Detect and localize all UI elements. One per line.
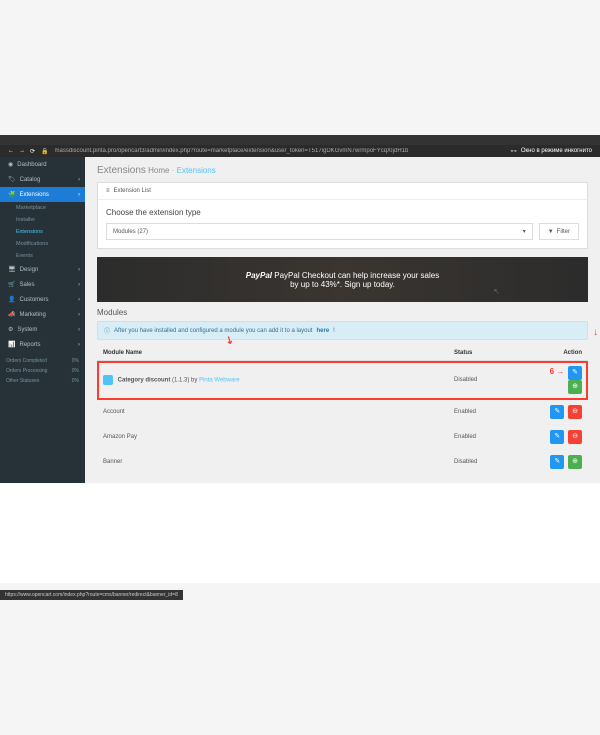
install-button[interactable]: ⊕ [568, 380, 582, 394]
sidebar-item-dashboard[interactable]: ◉Dashboard [0, 157, 85, 172]
page-title: Extensions [97, 165, 146, 176]
status-cell: Disabled [448, 450, 528, 475]
panel-header: ≡ Extension List [98, 183, 587, 200]
table-row: Account Enabled ✎ ⊖ [97, 400, 588, 425]
incognito-icon: 👓 [510, 148, 517, 155]
module-name-cell: Amazon Pay [97, 425, 448, 450]
chevron-right-icon: › [78, 342, 80, 348]
status-cell: Enabled [448, 400, 528, 425]
annotation-arrow-2: ↓ [593, 327, 598, 338]
main-content: Extensions Home · Extensions ≡ Extension… [85, 157, 600, 483]
chevron-right-icon: › [78, 177, 80, 183]
extension-type-select[interactable]: Modules (27) ▾ [106, 223, 533, 240]
tag-icon: 🏷 [8, 176, 16, 183]
dashboard-icon: ◉ [8, 161, 13, 168]
filter-icon: ▼ [548, 229, 554, 235]
sidebar-item-system[interactable]: ⚙System› [0, 322, 85, 337]
tv-icon: 🖥 [8, 266, 16, 273]
share-icon: 📣 [8, 311, 15, 318]
paypal-banner[interactable]: PayPal PayPal Checkout can help increase… [97, 257, 588, 302]
url-text[interactable]: massdiscount.pinta.pro/opencart3/admin/i… [55, 148, 505, 154]
action-cell: 6 → ✎ ⊕ [528, 361, 588, 400]
status-cell: Enabled [448, 425, 528, 450]
puzzle-icon: 🧩 [8, 191, 15, 198]
chevron-right-icon: › [78, 192, 80, 198]
action-cell: ✎ ⊕ [528, 450, 588, 475]
user-icon: 👤 [8, 296, 15, 303]
action-cell: ✎ ⊖ [528, 425, 588, 450]
info-icon: ⓘ [104, 326, 110, 335]
paypal-logo: PayPal [246, 271, 272, 280]
sidebar-stats: Orders Completed0% Orders Processing0% O… [0, 352, 85, 390]
info-alert: ⓘ After you have installed and configure… [97, 321, 588, 340]
sidebar-sub-marketplace[interactable]: Marketplace [0, 202, 85, 214]
sidebar: ◉Dashboard 🏷Catalog› 🧩Extensions› Market… [0, 157, 85, 483]
chart-icon: 📊 [8, 341, 15, 348]
action-cell: ✎ ⊖ [528, 400, 588, 425]
module-name-cell: Category discount (1.1.3) by Pinta Webwa… [97, 361, 448, 400]
sidebar-sub-modifications[interactable]: Modifications [0, 238, 85, 250]
cart-icon: 🛒 [8, 281, 15, 288]
chevron-right-icon: › [78, 282, 80, 288]
breadcrumb: Extensions Home · Extensions [97, 165, 588, 176]
sidebar-item-design[interactable]: 🖥Design› [0, 262, 85, 277]
gear-icon: ⚙ [8, 326, 13, 333]
col-module-name[interactable]: Module Name [97, 346, 448, 361]
col-status: Status [448, 346, 528, 361]
modules-table: Module Name Status Action Category disco… [97, 346, 588, 475]
cursor-icon: ↖ [493, 287, 500, 296]
list-icon: ≡ [106, 188, 110, 194]
annotation-arrow-3: 6 → [550, 367, 565, 376]
sidebar-item-customers[interactable]: 👤Customers› [0, 292, 85, 307]
url-bar: ← → ⟳ 🔒 massdiscount.pinta.pro/opencart3… [0, 145, 600, 157]
reload-icon[interactable]: ⟳ [30, 148, 35, 155]
sidebar-sub-events[interactable]: Events [0, 250, 85, 262]
chevron-right-icon: › [78, 312, 80, 318]
modules-heading: Modules [97, 308, 588, 317]
incognito-indicator: 👓 Окно в режиме инкогнито [510, 148, 592, 155]
chevron-down-icon: ▾ [523, 228, 526, 235]
table-row: Category discount (1.1.3) by Pinta Webwa… [97, 361, 588, 400]
filter-button[interactable]: ▼ Filter [539, 223, 579, 240]
status-cell: Disabled [448, 361, 528, 400]
lock-icon: 🔒 [41, 148, 48, 155]
sidebar-item-reports[interactable]: 📊Reports› [0, 337, 85, 352]
module-icon [103, 375, 113, 385]
extension-list-panel: ≡ Extension List Choose the extension ty… [97, 182, 588, 249]
install-button[interactable]: ⊕ [568, 455, 582, 469]
author-link[interactable]: Pinta Webware [199, 378, 240, 384]
breadcrumb-home[interactable]: Home [148, 166, 169, 175]
col-action: Action [528, 346, 588, 361]
sidebar-sub-installer[interactable]: Installer [0, 214, 85, 226]
uninstall-button[interactable]: ⊖ [568, 405, 582, 419]
sidebar-item-catalog[interactable]: 🏷Catalog› [0, 172, 85, 187]
chevron-right-icon: › [78, 297, 80, 303]
edit-button[interactable]: ✎ [550, 430, 564, 444]
sidebar-item-sales[interactable]: 🛒Sales› [0, 277, 85, 292]
table-row: Amazon Pay Enabled ✎ ⊖ [97, 425, 588, 450]
here-link[interactable]: here [316, 328, 329, 334]
edit-button[interactable]: ✎ [568, 366, 582, 380]
breadcrumb-current[interactable]: Extensions [177, 166, 216, 175]
module-name-cell: Account [97, 400, 448, 425]
uninstall-button[interactable]: ⊖ [568, 430, 582, 444]
sidebar-item-extensions[interactable]: 🧩Extensions› [0, 187, 85, 202]
edit-button[interactable]: ✎ [550, 455, 564, 469]
browser-status-bar: https://www.opencart.com/index.php?route… [0, 590, 183, 600]
module-name-cell: Banner [97, 450, 448, 475]
chevron-right-icon: › [78, 267, 80, 273]
sidebar-item-marketing[interactable]: 📣Marketing› [0, 307, 85, 322]
forward-icon[interactable]: → [19, 148, 25, 155]
browser-tab-bar [0, 135, 600, 145]
choose-type-label: Choose the extension type [106, 208, 579, 217]
chevron-right-icon: › [78, 327, 80, 333]
table-row: Banner Disabled ✎ ⊕ [97, 450, 588, 475]
sidebar-sub-extensions[interactable]: Extensions [0, 226, 85, 238]
back-icon[interactable]: ← [8, 148, 14, 155]
edit-button[interactable]: ✎ [550, 405, 564, 419]
